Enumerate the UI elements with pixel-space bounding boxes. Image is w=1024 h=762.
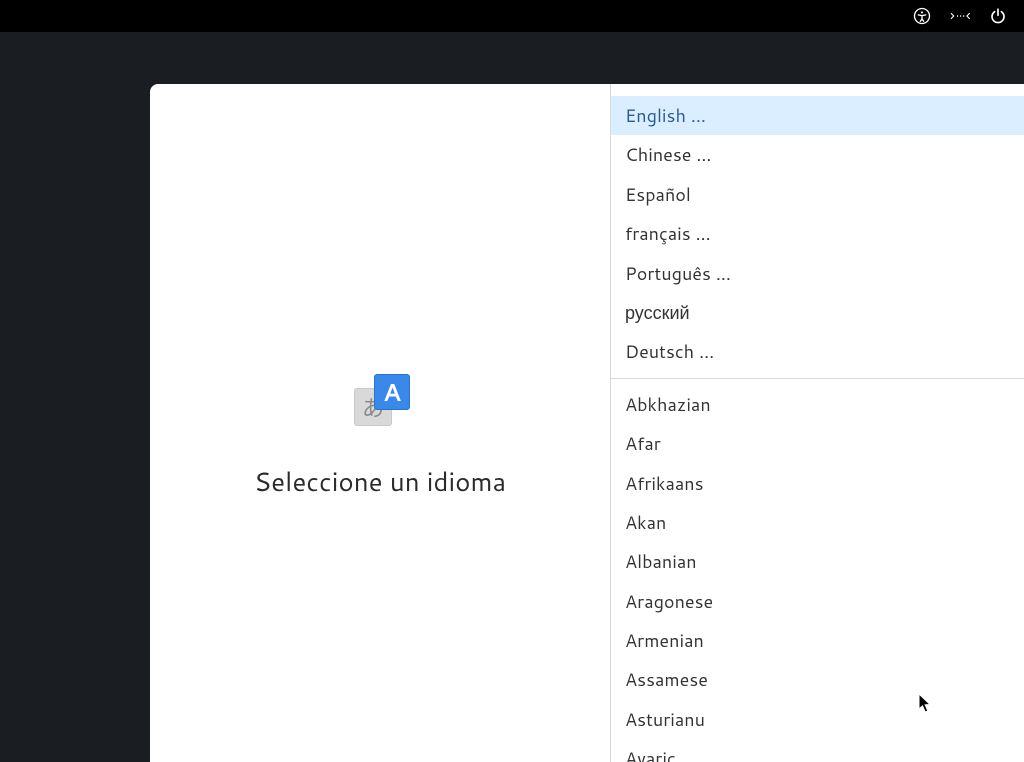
language-item[interactable]: Abkhazian — [611, 385, 1024, 424]
language-item[interactable]: français ... — [611, 214, 1024, 253]
language-item[interactable]: Afrikaans — [611, 464, 1024, 503]
language-item[interactable]: Armenian — [611, 621, 1024, 660]
language-icon: あ A — [352, 374, 408, 430]
language-item[interactable]: русский — [611, 293, 1024, 332]
language-item[interactable]: Chinese ... — [611, 135, 1024, 174]
language-item[interactable]: Afar — [611, 424, 1024, 463]
accessibility-icon[interactable] — [912, 6, 932, 26]
network-icon[interactable] — [950, 6, 970, 26]
language-item[interactable]: Deutsch ... — [611, 332, 1024, 371]
language-item[interactable]: Português ... — [611, 254, 1024, 293]
language-list: English ...Chinese ...Españolfrançais ..… — [611, 96, 1024, 762]
language-item[interactable]: Avaric — [611, 739, 1024, 762]
language-item[interactable]: Aragonese — [611, 582, 1024, 621]
prompt-pane: あ A Seleccione un idioma — [150, 84, 610, 762]
top-bar — [0, 0, 1024, 32]
language-item[interactable]: Albanian — [611, 542, 1024, 581]
power-icon[interactable] — [988, 6, 1008, 26]
prompt-text: Seleccione un idioma — [254, 464, 506, 500]
list-divider — [611, 378, 1024, 379]
language-item[interactable]: Akan — [611, 503, 1024, 542]
language-item[interactable]: Español — [611, 175, 1024, 214]
language-item[interactable]: English ... — [611, 96, 1024, 135]
language-icon-front: A — [374, 374, 410, 410]
language-panel: あ A Seleccione un idioma English ...Chin… — [150, 84, 1024, 762]
language-item[interactable]: Asturianu — [611, 700, 1024, 739]
language-list-pane[interactable]: English ...Chinese ...Españolfrançais ..… — [610, 84, 1024, 762]
language-item[interactable]: Assamese — [611, 660, 1024, 699]
